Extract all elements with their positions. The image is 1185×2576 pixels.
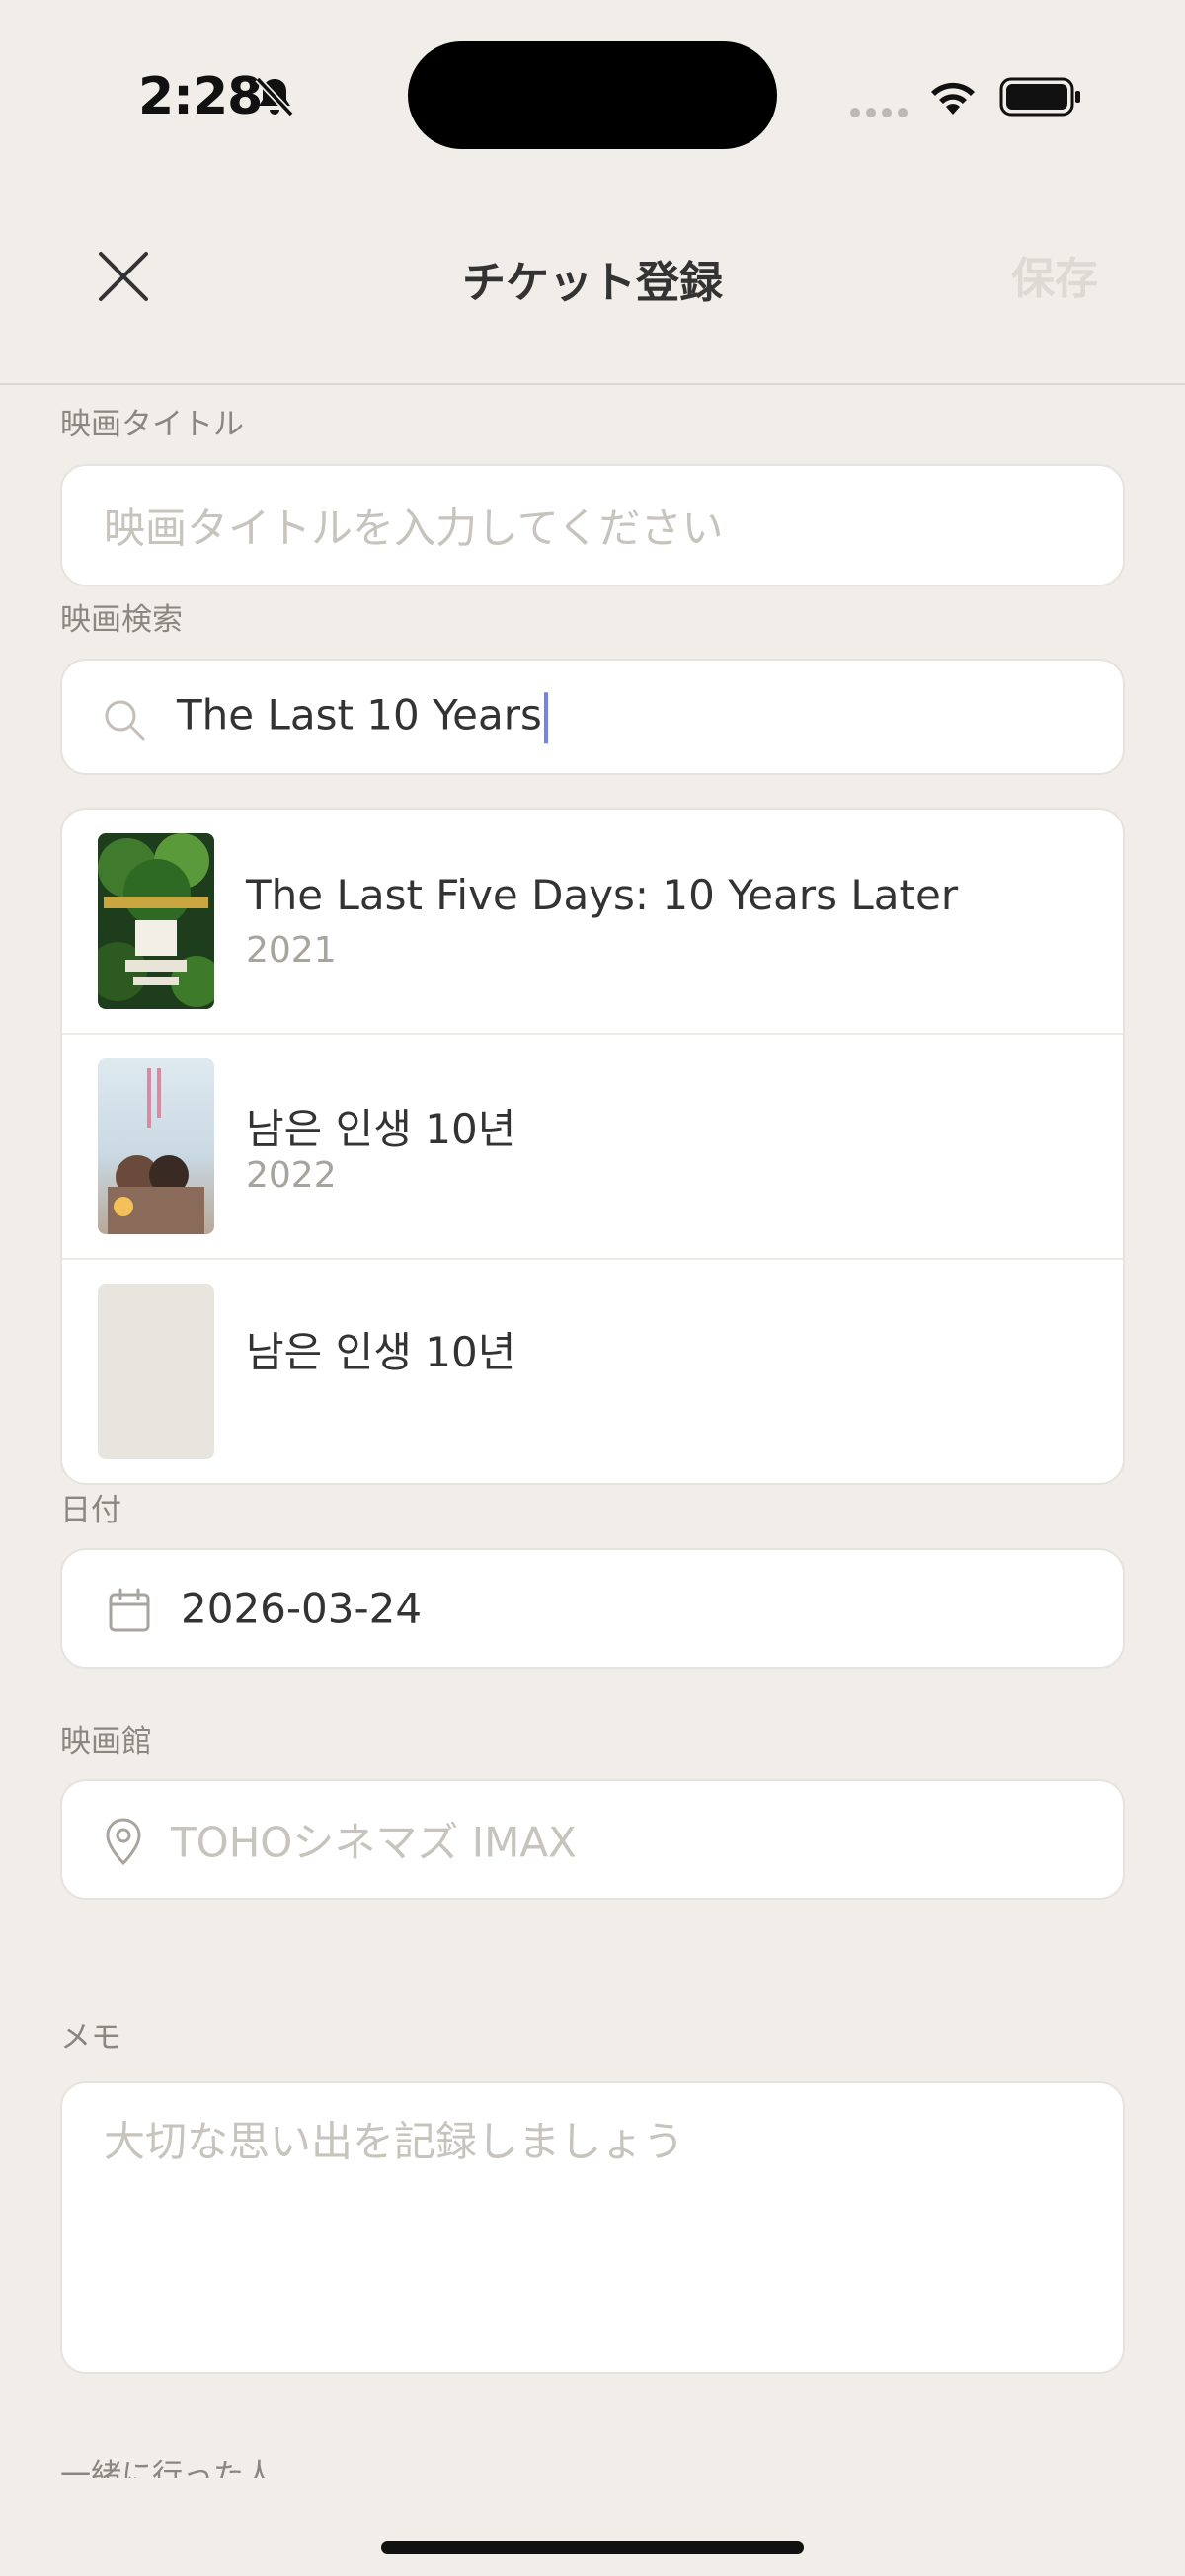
dynamic-island: [408, 41, 777, 149]
location-pin-icon: [106, 1818, 141, 1866]
movie-search-label: 映画検索: [60, 602, 183, 638]
search-field-value: The Last 10 Years: [177, 690, 542, 740]
movie-poster-placeholder: [98, 1284, 214, 1459]
theater-placeholder: TOHOシネマズ IMAX: [171, 1818, 577, 1867]
search-result-item[interactable]: 남은 인생 10년: [62, 1260, 1123, 1483]
search-icon: [105, 700, 145, 741]
result-year: 2022: [246, 1155, 337, 1196]
search-result-item[interactable]: 남은 인생 10년 2022: [62, 1035, 1123, 1260]
search-result-item[interactable]: The Last Five Days: 10 Years Later 2021: [62, 810, 1123, 1035]
companions-section: 一緒に行った人: [0, 2439, 1185, 2478]
memo-label: メモ: [60, 2020, 121, 2056]
movie-title-label: 映画タイトル: [60, 407, 244, 442]
companions-label: 一緒に行った人: [60, 2459, 275, 2478]
movie-poster: [98, 833, 214, 1009]
save-button[interactable]: 保存: [1011, 243, 1098, 306]
result-year: 2021: [246, 930, 337, 971]
result-title: 남은 인생 10년: [246, 1105, 516, 1153]
calendar-icon: [109, 1588, 150, 1632]
status-bar: 2:28: [0, 0, 1185, 188]
battery-icon: [999, 75, 1082, 122]
navigation-bar: チケット登録 保存: [0, 188, 1185, 385]
memo-placeholder: 大切な思い出を記録しましょう: [104, 2117, 685, 2166]
date-label: 日付: [60, 1493, 121, 1528]
date-picker[interactable]: 2026-03-24: [60, 1548, 1125, 1669]
memo-textarea[interactable]: 大切な思い出を記録しましょう: [60, 2081, 1125, 2374]
theater-label: 映画館: [60, 1724, 152, 1759]
movie-poster: [98, 1058, 214, 1234]
movie-search-input[interactable]: The Last 10 Years: [60, 659, 1125, 775]
movie-title-placeholder: 映画タイトルを入力してください: [104, 504, 724, 553]
theater-input[interactable]: TOHOシネマズ IMAX: [60, 1779, 1125, 1900]
search-field-value-wrapper: The Last 10 Years: [177, 690, 548, 743]
page-title: チケット登録: [462, 258, 723, 308]
wifi-icon: [926, 75, 980, 120]
date-value: 2026-03-24: [181, 1584, 423, 1633]
movie-title-input[interactable]: 映画タイトルを入力してください: [60, 464, 1125, 586]
text-cursor: [543, 691, 548, 743]
home-indicator[interactable]: [381, 2541, 804, 2554]
bell-slash-icon: [252, 73, 297, 122]
search-results-list: The Last Five Days: 10 Years Later 2021 …: [60, 808, 1125, 1485]
cellular-signal-icon: [849, 104, 910, 122]
result-title: The Last Five Days: 10 Years Later: [246, 871, 959, 919]
result-title: 남은 인생 10년: [246, 1328, 516, 1376]
status-time: 2:28: [138, 67, 263, 126]
